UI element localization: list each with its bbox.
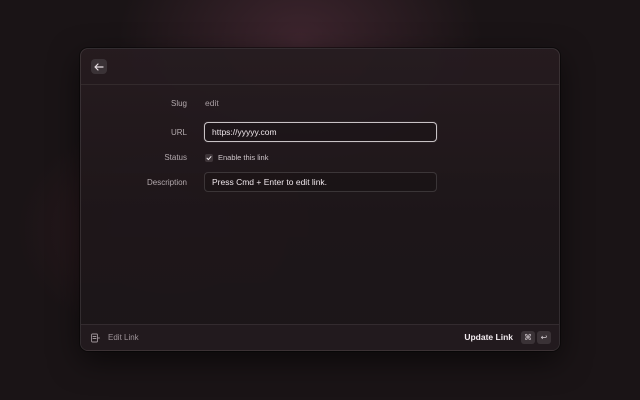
- edit-link-window: Slug edit URL Status Enable this link De…: [80, 48, 560, 351]
- slug-value: edit: [205, 98, 219, 108]
- url-row: URL: [81, 122, 559, 142]
- command-key-icon: ⌘: [521, 331, 535, 344]
- update-link-button[interactable]: Update Link: [464, 332, 513, 342]
- edit-link-icon: [91, 333, 100, 343]
- url-input[interactable]: [204, 122, 437, 142]
- footer-title: Edit Link: [108, 333, 139, 342]
- url-label: URL: [170, 128, 187, 137]
- status-label: Status: [164, 153, 187, 162]
- top-bar: [81, 49, 559, 85]
- enable-link-label[interactable]: Enable this link: [218, 153, 268, 162]
- enable-link-checkbox[interactable]: [205, 154, 213, 162]
- checkmark-icon: [206, 156, 212, 161]
- slug-label: Slug: [170, 99, 187, 108]
- arrow-left-icon: [94, 62, 104, 71]
- description-label: Description: [146, 178, 187, 187]
- return-key-icon: ↩: [537, 331, 551, 344]
- description-input[interactable]: [204, 172, 437, 192]
- back-button[interactable]: [91, 59, 107, 74]
- slug-row: Slug edit: [81, 95, 559, 115]
- description-row: Description: [81, 172, 559, 192]
- status-row: Status Enable this link: [81, 149, 559, 169]
- action-footer: Edit Link Update Link ⌘ ↩: [81, 324, 559, 350]
